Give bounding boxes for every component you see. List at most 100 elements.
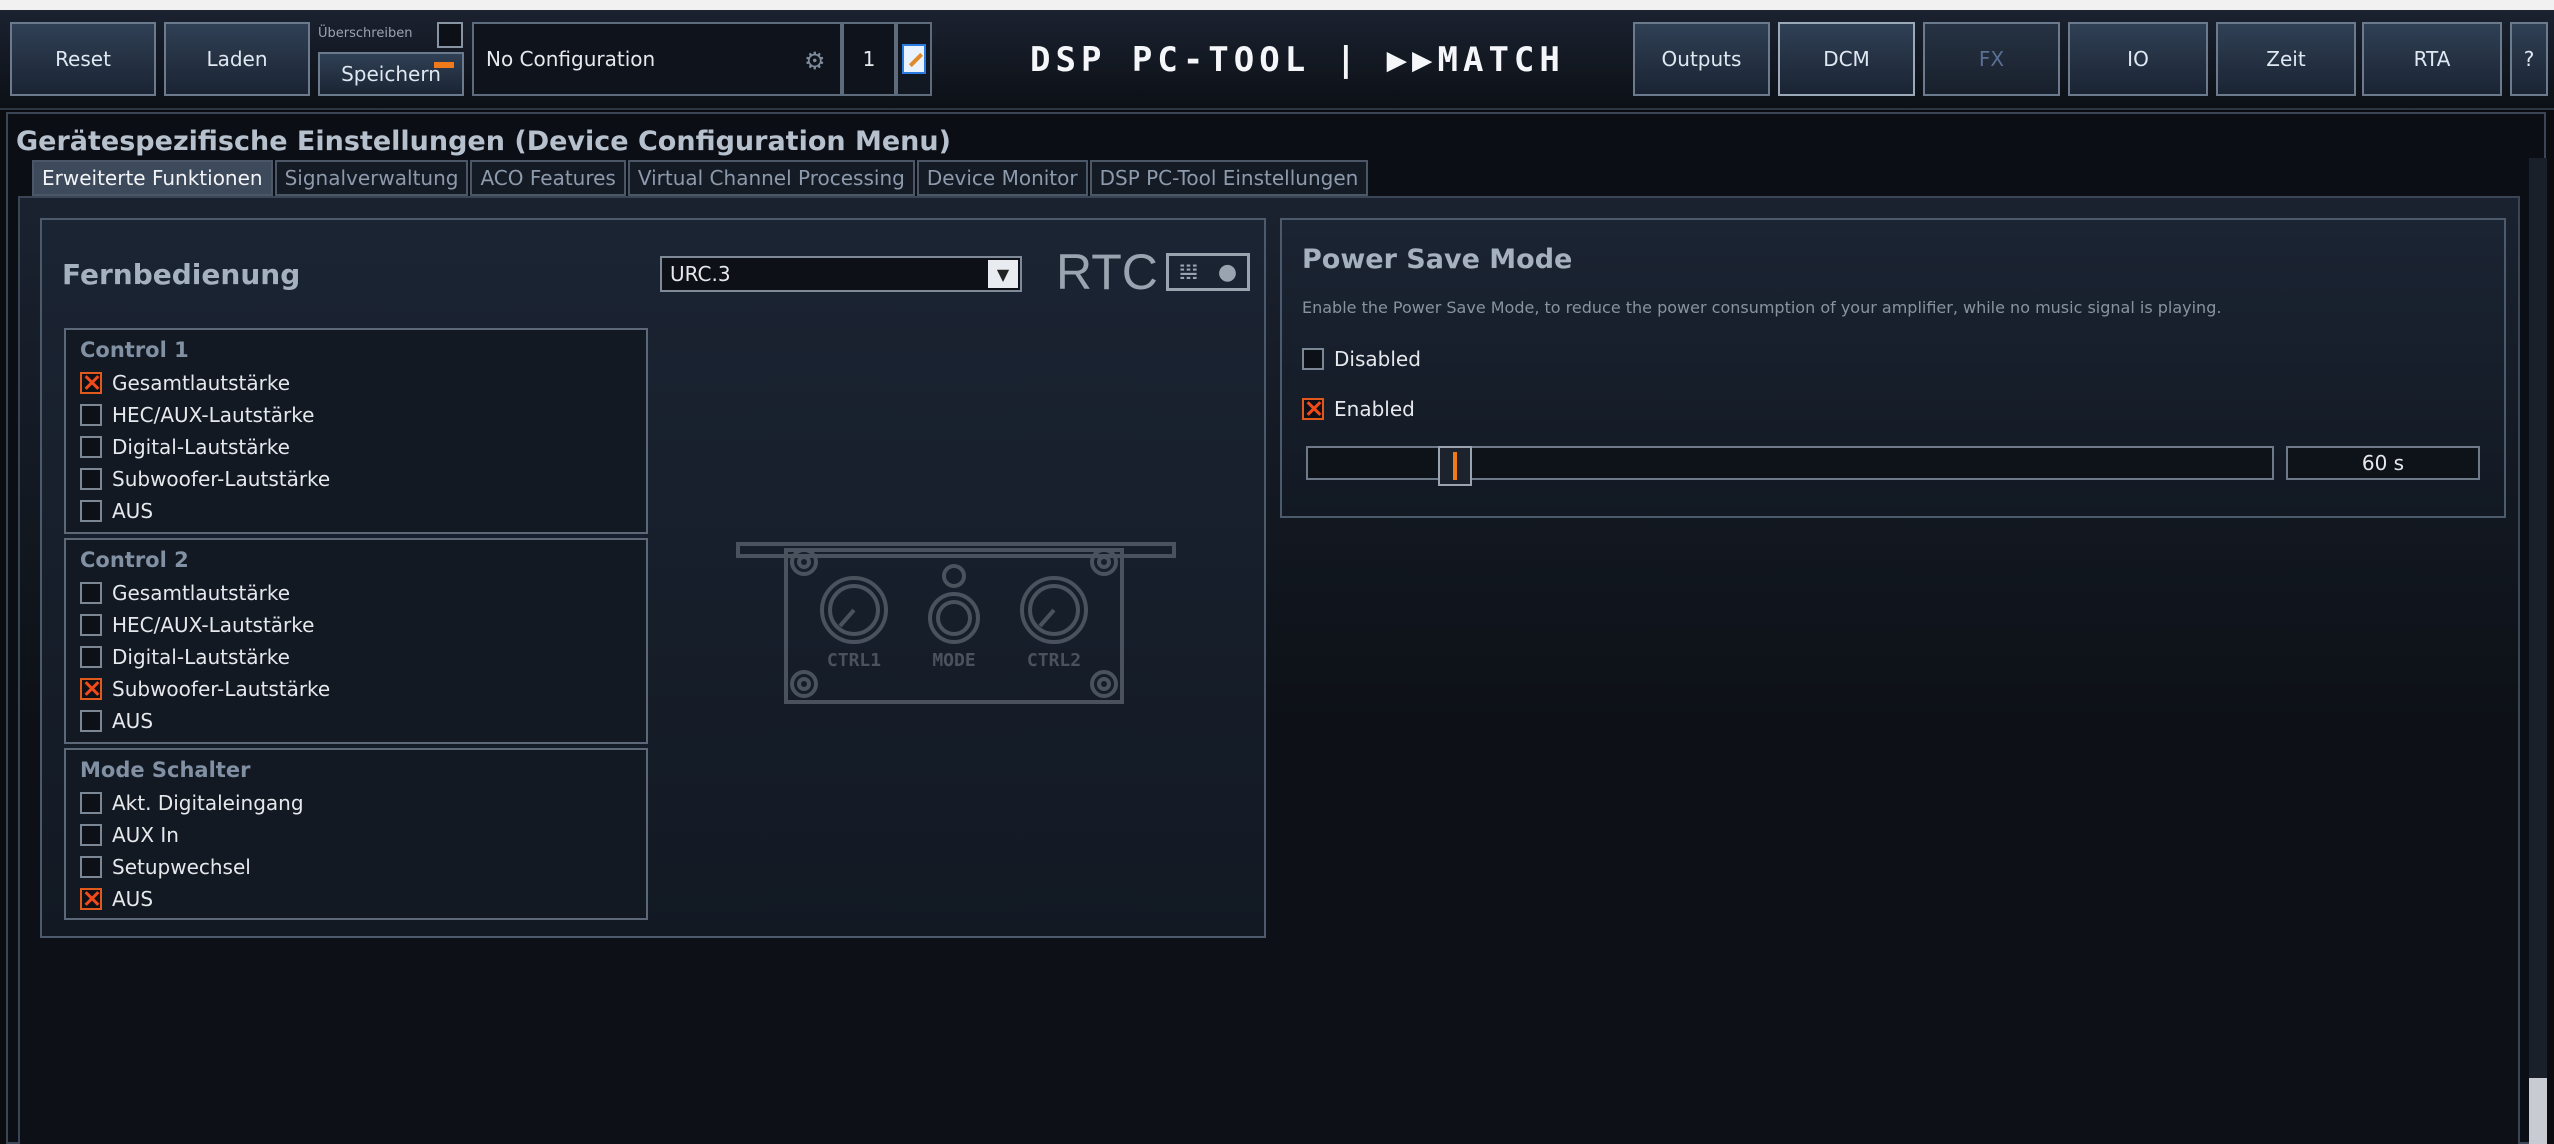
configuration-field[interactable]: No Configuration ⚙ bbox=[472, 22, 842, 96]
nav-zeit-button[interactable]: Zeit bbox=[2216, 22, 2356, 96]
rtc-logo: RTC 𝍐 ● bbox=[1056, 244, 1250, 300]
control2-option[interactable]: Gesamtlautstärke bbox=[80, 580, 290, 606]
tab-aco-features[interactable]: ACO Features bbox=[470, 160, 626, 196]
save-indicator bbox=[434, 62, 454, 68]
remote-control-group: Fernbedienung URC.3 ▼ RTC 𝍐 ● Control 1 G… bbox=[40, 218, 1266, 938]
mode-option-label: AUX In bbox=[112, 823, 179, 847]
control2-option-label: Subwoofer-Lautstärke bbox=[112, 677, 331, 701]
tab-bar: Erweiterte Funktionen Signalverwaltung A… bbox=[32, 160, 1370, 196]
overwrite-label: Überschreiben bbox=[318, 26, 413, 41]
power-disabled-label: Disabled bbox=[1334, 347, 1421, 371]
tab-device-monitor[interactable]: Device Monitor bbox=[916, 160, 1088, 196]
nav-io-button[interactable]: IO bbox=[2068, 22, 2208, 96]
device-label-ctrl2: CTRL2 bbox=[1027, 650, 1081, 671]
overwrite-checkbox[interactable] bbox=[437, 22, 463, 48]
control2-checkbox[interactable] bbox=[80, 646, 102, 668]
control1-checkbox[interactable] bbox=[80, 372, 102, 394]
device-label-mode: MODE bbox=[932, 650, 975, 671]
control2-option-label: Digital-Lautstärke bbox=[112, 645, 290, 669]
control1-checkbox[interactable] bbox=[80, 404, 102, 426]
remote-device-illustration: CTRL1 MODE CTRL2 bbox=[736, 542, 1176, 704]
power-save-group: Power Save Mode Enable the Power Save Mo… bbox=[1280, 218, 2506, 518]
dsp-pc-tool-logo: DSP PC-TOOL | ▶▶MATCH bbox=[1030, 40, 1565, 80]
control1-option-label: Digital-Lautstärke bbox=[112, 435, 290, 459]
control2-option-label: HEC/AUX-Lautstärke bbox=[112, 613, 315, 637]
reset-button[interactable]: Reset bbox=[10, 22, 156, 96]
chevron-down-icon[interactable]: ▼ bbox=[988, 260, 1018, 288]
control2-option[interactable]: Subwoofer-Lautstärke bbox=[80, 676, 330, 702]
control1-option[interactable]: AUS bbox=[80, 498, 153, 524]
mode-checkbox[interactable] bbox=[80, 792, 102, 814]
control2-option-label: AUS bbox=[112, 709, 154, 733]
control1-group: Control 1 Gesamtlautstärke HEC/AUX-Lautst… bbox=[64, 328, 648, 534]
control2-checkbox[interactable] bbox=[80, 678, 102, 700]
mode-switch-group: Mode Schalter Akt. Digitaleingang AUX In S… bbox=[64, 748, 648, 920]
top-toolbar: Reset Laden Überschreiben Speichern No C… bbox=[0, 10, 2554, 110]
nav-fx-button[interactable]: FX bbox=[1923, 22, 2060, 96]
mode-switch-title: Mode Schalter bbox=[80, 758, 251, 782]
control2-checkbox[interactable] bbox=[80, 614, 102, 636]
mode-option[interactable]: Setupwechsel bbox=[80, 854, 251, 880]
gear-icon[interactable]: ⚙ bbox=[804, 48, 830, 74]
device-configuration-window: Gerätespezifische Einstellungen (Device … bbox=[6, 112, 2547, 1144]
save-button-label: Speichern bbox=[341, 62, 441, 86]
configuration-slot[interactable]: 1 bbox=[842, 22, 896, 96]
power-enabled-checkbox[interactable] bbox=[1302, 398, 1324, 420]
control2-option[interactable]: Digital-Lautstärke bbox=[80, 644, 290, 670]
power-save-delay-slider[interactable] bbox=[1306, 446, 2274, 486]
nav-dcm-button[interactable]: DCM bbox=[1778, 22, 1915, 96]
scrollbar-track[interactable] bbox=[2529, 158, 2547, 1078]
control1-option-label: AUS bbox=[112, 499, 154, 523]
control1-checkbox[interactable] bbox=[80, 500, 102, 522]
mode-option[interactable]: AUS bbox=[80, 886, 153, 912]
control2-checkbox[interactable] bbox=[80, 582, 102, 604]
remote-model-select[interactable]: URC.3 ▼ bbox=[660, 256, 1022, 292]
control2-group: Control 2 Gesamtlautstärke HEC/AUX-Lautst… bbox=[64, 538, 648, 744]
control1-checkbox[interactable] bbox=[80, 468, 102, 490]
remote-model-value: URC.3 bbox=[670, 262, 731, 286]
device-label-ctrl1: CTRL1 bbox=[827, 650, 881, 671]
edit-configuration-button[interactable] bbox=[896, 22, 932, 96]
rtc-logo-text: RTC bbox=[1056, 244, 1158, 300]
mode-option[interactable]: AUX In bbox=[80, 822, 179, 848]
mode-checkbox[interactable] bbox=[80, 888, 102, 910]
control2-option-label: Gesamtlautstärke bbox=[112, 581, 291, 605]
control1-option[interactable]: HEC/AUX-Lautstärke bbox=[80, 402, 314, 428]
nav-outputs-button[interactable]: Outputs bbox=[1633, 22, 1770, 96]
remote-control-title: Fernbedienung bbox=[62, 258, 301, 291]
rtc-logo-icon: 𝍐 ● bbox=[1165, 253, 1250, 291]
nav-rta-button[interactable]: RTA bbox=[2362, 22, 2502, 96]
power-save-delay-value[interactable]: 60 s bbox=[2286, 446, 2480, 480]
power-disabled-checkbox[interactable] bbox=[1302, 348, 1324, 370]
power-disabled-option[interactable]: Disabled bbox=[1302, 346, 1421, 372]
help-button[interactable]: ? bbox=[2510, 22, 2548, 96]
mode-option-label: Akt. Digitaleingang bbox=[112, 791, 304, 815]
tab-dsp-pc-tool-einstellungen[interactable]: DSP PC-Tool Einstellungen bbox=[1089, 160, 1369, 196]
control1-option[interactable]: Gesamtlautstärke bbox=[80, 370, 290, 396]
power-enabled-option[interactable]: Enabled bbox=[1302, 396, 1415, 422]
mode-checkbox[interactable] bbox=[80, 856, 102, 878]
tab-virtual-channel-processing[interactable]: Virtual Channel Processing bbox=[627, 160, 915, 196]
control1-option[interactable]: Digital-Lautstärke bbox=[80, 434, 290, 460]
slider-handle[interactable] bbox=[1438, 446, 1472, 486]
control2-checkbox[interactable] bbox=[80, 710, 102, 732]
power-enabled-label: Enabled bbox=[1334, 397, 1415, 421]
load-button[interactable]: Laden bbox=[164, 22, 310, 96]
control1-option-label: Gesamtlautstärke bbox=[112, 371, 291, 395]
mode-option[interactable]: Akt. Digitaleingang bbox=[80, 790, 304, 816]
window-titlebar bbox=[0, 0, 2554, 10]
tab-erweiterte-funktionen[interactable]: Erweiterte Funktionen bbox=[32, 160, 273, 196]
control2-option[interactable]: AUS bbox=[80, 708, 153, 734]
tab-signalverwaltung[interactable]: Signalverwaltung bbox=[274, 160, 469, 196]
control2-option[interactable]: HEC/AUX-Lautstärke bbox=[80, 612, 314, 638]
save-button[interactable]: Speichern bbox=[318, 52, 464, 96]
tab-panel: Fernbedienung URC.3 ▼ RTC 𝍐 ● Control 1 G… bbox=[18, 196, 2520, 1144]
configuration-name: No Configuration bbox=[486, 47, 656, 71]
control1-option-label: HEC/AUX-Lautstärke bbox=[112, 403, 315, 427]
control1-checkbox[interactable] bbox=[80, 436, 102, 458]
control1-option-label: Subwoofer-Lautstärke bbox=[112, 467, 331, 491]
mode-checkbox[interactable] bbox=[80, 824, 102, 846]
control2-title: Control 2 bbox=[80, 548, 189, 572]
control1-option[interactable]: Subwoofer-Lautstärke bbox=[80, 466, 330, 492]
edit-icon bbox=[902, 44, 926, 74]
